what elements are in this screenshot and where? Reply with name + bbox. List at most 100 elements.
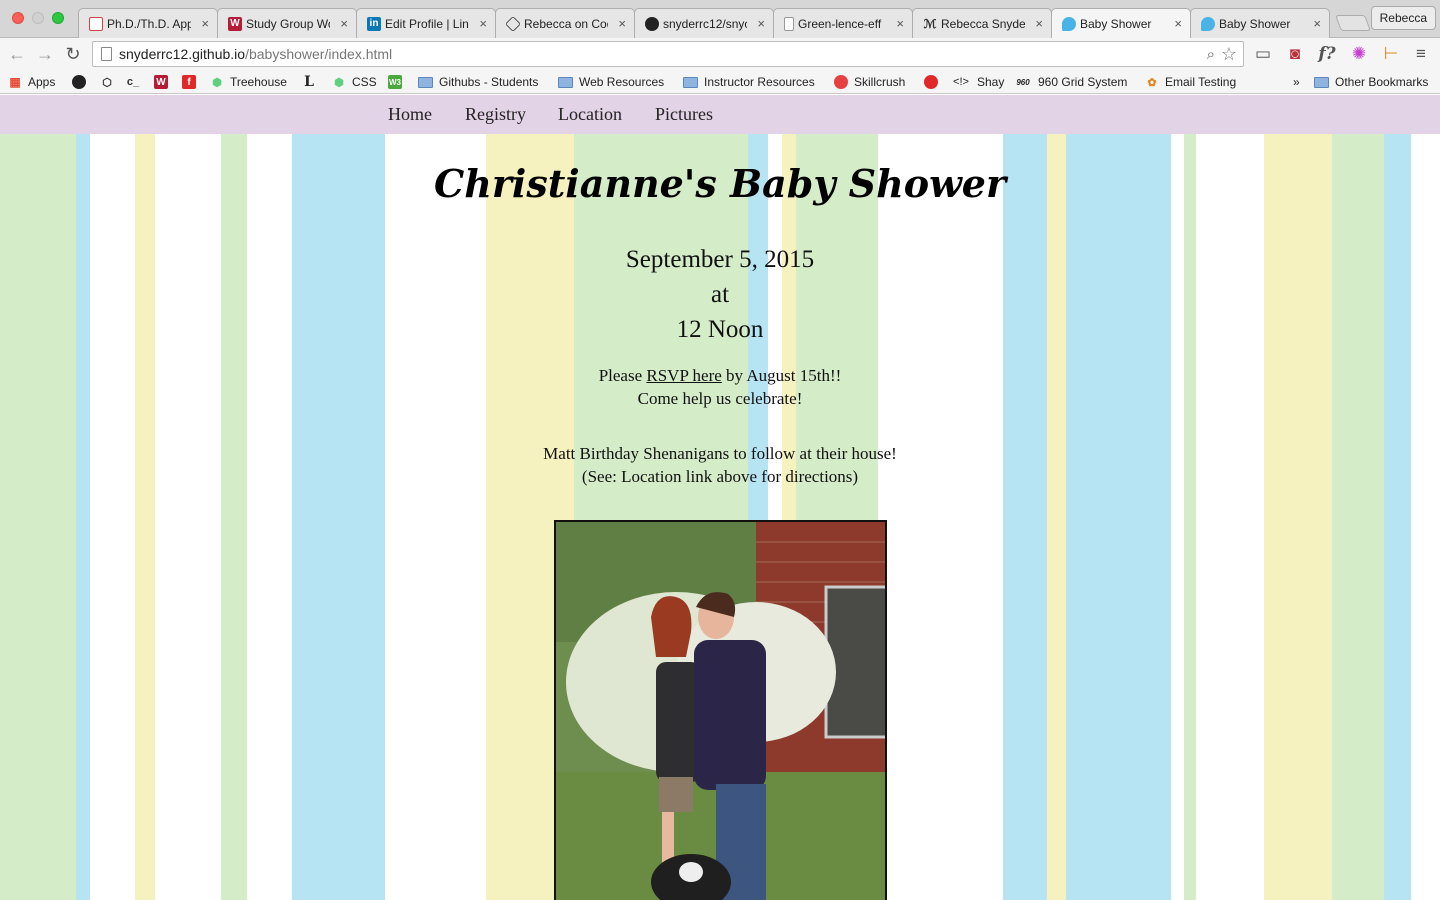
main-content: Christianne's Baby Shower September 5, 2… [0,95,1440,900]
tab-label: Ph.D./Th.D. Appl [107,16,191,31]
ruler-icon[interactable]: ⊢ [1380,43,1402,65]
bookmark-codeschool[interactable]: c_ [126,73,146,91]
tab-close-icon[interactable]: × [896,16,904,31]
tab-label: Baby Shower [1219,16,1291,31]
cast-icon[interactable]: ▭ [1252,43,1274,65]
forward-icon[interactable]: → [34,43,56,65]
window-close-button[interactable] [12,12,24,24]
bookmark-github[interactable] [72,73,92,91]
page-icon [784,16,794,31]
bookmark-label: Apps [28,75,56,89]
whatfont-icon[interactable]: f? [1314,43,1340,65]
w-icon: W [154,75,168,89]
bird-icon [1201,16,1215,31]
menu-icon[interactable]: ≡ [1410,43,1432,65]
bookmark-sun[interactable] [924,73,944,91]
codepen-icon [505,15,521,32]
browser-tab[interactable]: Ph.D./Th.D. Appl × [78,8,218,38]
search-icon[interactable]: ⌕ [1207,46,1215,63]
bookmark-css[interactable]: ⬢ CSS [332,73,377,91]
bookmark-l[interactable]: L [302,73,322,91]
event-at: at [710,281,730,308]
address-bar[interactable]: snyderrc12.github.io/babyshower/index.ht… [92,41,1244,67]
tab-label: Study Group Wo [246,16,330,31]
bookmark-folder-instructor[interactable]: Instructor Resources [683,73,815,91]
tab-close-icon[interactable]: × [201,16,209,31]
bookmark-apps[interactable]: ▦ Apps [8,73,55,91]
event-time: 12 Noon [676,316,764,343]
folder-icon [418,76,433,88]
folder-icon [1314,76,1329,88]
codepen-icon: ⬡ [102,76,112,89]
bookmark-label: Other Bookmarks [1335,75,1429,89]
couple-photo [554,520,887,900]
browser-tab-strip: Ph.D./Th.D. Appl × W Study Group Wo × in… [0,0,1440,38]
treehouse-icon: ⬢ [212,76,222,89]
browser-tab[interactable]: snyderrc12/snyc × [634,8,774,38]
bookmark-label: Skillcrush [854,75,906,89]
bookmark-treehouse[interactable]: ⬢ Treehouse [210,73,287,91]
folder-icon [683,76,698,88]
email-icon: ✿ [1147,76,1157,89]
window-minimize-button[interactable] [32,12,44,24]
github-icon [72,75,86,89]
tab-close-icon[interactable]: × [1174,16,1182,31]
bookmark-codepen[interactable]: ⬡ [100,73,120,91]
bookmarks-bar: ▦ Apps ⬡ c_ W f ⬢ Treehouse L ⬢ CSS W3 Gith… [0,70,1440,94]
bookmark-star-icon[interactable]: ☆ [1221,44,1237,65]
rsvp-text-before: Please [598,366,647,385]
reload-icon[interactable]: ↻ [62,43,84,65]
browser-tab[interactable]: Rebecca on Cod × [495,8,635,38]
pocket-icon[interactable]: ◙ [1284,43,1306,65]
tab-label: Baby Shower [1080,16,1152,31]
tab-close-icon[interactable]: × [340,16,348,31]
browser-tab[interactable]: W Study Group Wo × [217,8,357,38]
back-icon[interactable]: ← [6,43,28,65]
bookmark-email-testing[interactable]: ✿ Email Testing [1145,73,1236,91]
bookmark-flipboard[interactable]: f [182,73,202,91]
page-icon [101,47,112,61]
bookmark-label: Instructor Resources [704,75,815,89]
new-tab-button[interactable] [1335,15,1371,31]
photo-illustration [556,522,885,900]
w-icon: W [228,16,242,31]
tab-list: Ph.D./Th.D. Appl × W Study Group Wo × in… [78,8,1330,38]
bookmarks-overflow-button[interactable]: » [1293,73,1300,91]
bookmark-label: Shay [977,75,1005,89]
window-maximize-button[interactable] [52,12,64,24]
bookmark-folder-githubs[interactable]: Githubs - Students [418,73,538,91]
tab-close-icon[interactable]: × [1035,16,1043,31]
web-page: Home Registry Location Pictures Christia… [0,95,1440,900]
bookmark-skillcrush[interactable]: Skillcrush [834,73,905,91]
event-date: September 5, 2015 [625,246,815,273]
tab-close-icon[interactable]: × [618,16,626,31]
bookmark-shay[interactable]: <!> Shay [951,73,1004,91]
tab-close-icon[interactable]: × [757,16,765,31]
bookmark-w[interactable]: W [154,73,174,91]
browser-tab[interactable]: Baby Shower × [1190,8,1330,38]
bookmark-folder-web-resources[interactable]: Web Resources [558,73,664,91]
browser-tab[interactable]: Green-lence-eff × [773,8,913,38]
tab-close-icon[interactable]: × [1313,16,1321,31]
browser-tab-active[interactable]: Baby Shower × [1051,8,1191,38]
tab-label: Rebecca on Cod [524,16,608,31]
w3-icon: W3 [388,75,402,89]
bird-icon [1062,16,1076,31]
bookmark-label: Email Testing [1165,75,1237,89]
browser-tab[interactable]: ℳ Rebecca Snyder × [912,8,1052,38]
colorpicker-icon[interactable]: ✺ [1348,43,1370,65]
rsvp-link[interactable]: RSVP here [646,366,721,385]
browser-tab[interactable]: in Edit Profile | Link × [356,8,496,38]
tab-label: Rebecca Snyder [941,16,1025,31]
profile-button[interactable]: Rebecca [1370,6,1436,30]
tab-close-icon[interactable]: × [479,16,487,31]
codeschool-icon: c_ [126,76,140,88]
bookmark-w3[interactable]: W3 [388,73,408,91]
url-text[interactable]: snyderrc12.github.io/babyshower/index.ht… [119,46,392,62]
other-bookmarks[interactable]: Other Bookmarks [1314,73,1428,91]
tab-label: snyderrc12/snyc [663,16,747,31]
linkedin-icon: in [367,16,381,31]
url-path: /babyshower/index.html [245,46,393,62]
bookmark-960-grid[interactable]: 960 960 Grid System [1014,73,1127,91]
tab-label: Edit Profile | Link [385,16,469,31]
